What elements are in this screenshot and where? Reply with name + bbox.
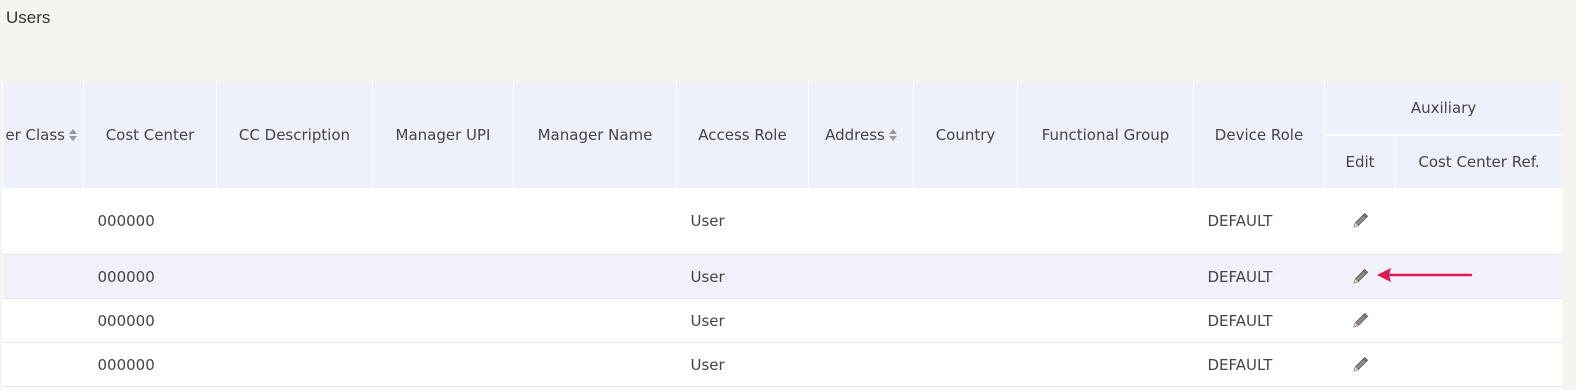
column-header-cost-center-ref[interactable]: Cost Center Ref. xyxy=(1394,134,1562,188)
cell-cost-center: 000000 xyxy=(83,254,217,299)
cell-manager-upi xyxy=(372,298,514,343)
cell-functional-group xyxy=(1017,342,1194,387)
header-label: Access Role xyxy=(698,126,787,145)
cell-edit xyxy=(1324,298,1396,343)
column-header-functional-group[interactable]: Functional Group xyxy=(1017,82,1194,188)
cell-user-class xyxy=(2,254,84,299)
column-header-manager-upi[interactable]: Manager UPI xyxy=(372,82,514,188)
column-header-manager-name[interactable]: Manager Name xyxy=(513,82,677,188)
cell-address xyxy=(808,298,914,343)
cell-cc-description xyxy=(216,188,373,255)
cell-edit xyxy=(1324,188,1396,255)
cell-country xyxy=(913,254,1018,299)
cell-manager-upi xyxy=(372,254,514,299)
cell-manager-name xyxy=(513,188,677,255)
header-label: Address xyxy=(825,126,885,145)
column-header-address[interactable]: Address xyxy=(808,82,914,188)
cell-cc-description xyxy=(216,298,373,343)
cell-cost-center: 000000 xyxy=(83,298,217,343)
header-label: Functional Group xyxy=(1041,126,1170,145)
header-label: Cost Center xyxy=(105,126,195,145)
column-header-edit[interactable]: Edit xyxy=(1324,134,1396,188)
cell-cost-center: 000000 xyxy=(83,342,217,387)
column-group-auxiliary: Auxiliary xyxy=(1323,82,1562,135)
table-row[interactable]: 000000 User DEFAULT xyxy=(2,342,1562,387)
cell-functional-group xyxy=(1017,254,1194,299)
cell-manager-name xyxy=(513,342,677,387)
pencil-icon[interactable] xyxy=(1351,356,1369,374)
page-title: Users xyxy=(6,8,51,27)
table-row[interactable]: 000000 User DEFAULT xyxy=(2,188,1562,255)
cell-cost-center-ref xyxy=(1395,342,1562,387)
cell-functional-group xyxy=(1017,298,1194,343)
column-header-device-role[interactable]: Device Role xyxy=(1193,82,1325,188)
cell-device-role: DEFAULT xyxy=(1193,298,1325,343)
cell-cost-center-ref xyxy=(1395,188,1562,255)
cell-user-class xyxy=(2,342,84,387)
cell-address xyxy=(808,342,914,387)
pencil-icon[interactable] xyxy=(1351,268,1369,286)
cell-edit xyxy=(1324,342,1396,387)
sort-icon[interactable] xyxy=(69,128,77,142)
column-header-cost-center[interactable]: Cost Center xyxy=(83,82,217,188)
column-header-access-role[interactable]: Access Role xyxy=(676,82,809,188)
pencil-icon[interactable] xyxy=(1351,312,1369,330)
header-label: Device Role xyxy=(1214,126,1304,145)
cell-cost-center: 000000 xyxy=(83,188,217,255)
column-header-cc-description[interactable]: CC Description xyxy=(216,82,373,188)
cell-access-role: User xyxy=(676,188,809,255)
cell-user-class xyxy=(2,188,84,255)
cell-manager-upi xyxy=(372,342,514,387)
sort-icon[interactable] xyxy=(888,128,897,142)
header-label: Manager Name xyxy=(537,126,653,145)
cell-device-role: DEFAULT xyxy=(1193,188,1325,255)
cell-access-role: User xyxy=(676,342,809,387)
users-table: er Class Cost Center CC Description Mana… xyxy=(2,82,1562,387)
header-label: Edit xyxy=(1345,153,1375,172)
cell-manager-name xyxy=(513,254,677,299)
cell-cc-description xyxy=(216,254,373,299)
cell-edit xyxy=(1324,254,1396,299)
cell-cc-description xyxy=(216,342,373,387)
cell-address xyxy=(808,254,914,299)
header-label: Auxiliary xyxy=(1410,99,1477,118)
cell-cost-center-ref xyxy=(1395,298,1562,343)
table-row[interactable]: 000000 User DEFAULT xyxy=(2,254,1562,299)
cell-user-class xyxy=(2,298,84,343)
column-header-user-class[interactable]: er Class xyxy=(2,82,84,188)
cell-functional-group xyxy=(1017,188,1194,255)
cell-manager-upi xyxy=(372,188,514,255)
header-label: Manager UPI xyxy=(395,126,491,145)
header-label: Cost Center Ref. xyxy=(1418,153,1540,172)
cell-cost-center-ref xyxy=(1395,254,1562,299)
header-label: CC Description xyxy=(238,126,351,145)
header-label: er Class xyxy=(5,126,65,145)
cell-access-role: User xyxy=(676,298,809,343)
header-label: Country xyxy=(935,126,996,145)
cell-access-role: User xyxy=(676,254,809,299)
cell-device-role: DEFAULT xyxy=(1193,342,1325,387)
cell-country xyxy=(913,342,1018,387)
cell-country xyxy=(913,188,1018,255)
users-table-container[interactable]: er Class Cost Center CC Description Mana… xyxy=(2,82,1562,390)
table-row[interactable]: 000000 User DEFAULT xyxy=(2,298,1562,343)
column-header-country[interactable]: Country xyxy=(913,82,1018,188)
cell-manager-name xyxy=(513,298,677,343)
cell-country xyxy=(913,298,1018,343)
cell-device-role: DEFAULT xyxy=(1193,254,1325,299)
cell-address xyxy=(808,188,914,255)
pencil-icon[interactable] xyxy=(1351,212,1369,230)
